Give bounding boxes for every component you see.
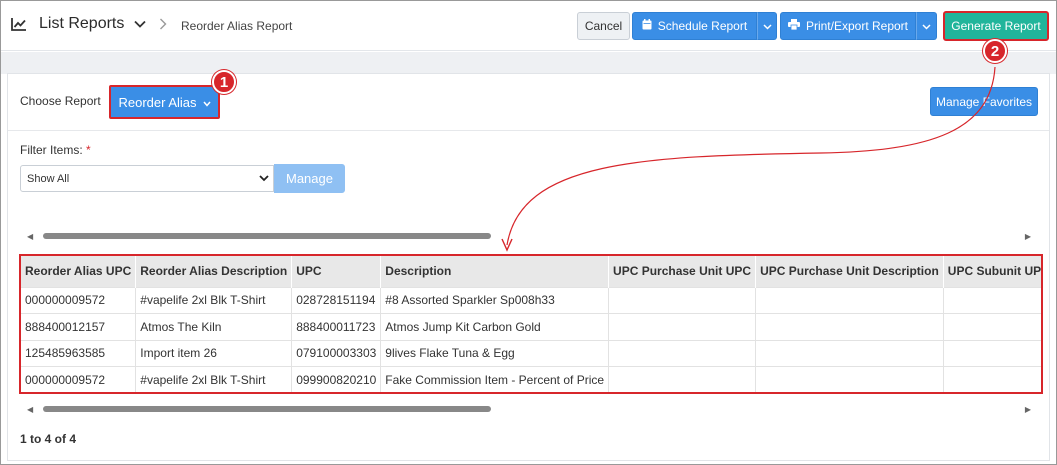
- table-cell: #8 Assorted Sparkler Sp008h33: [380, 286, 610, 314]
- table-cell: 9lives Flake Tuna & Egg: [380, 339, 610, 367]
- scroll-left-icon[interactable]: ◀: [27, 405, 33, 414]
- scroll-left-icon[interactable]: ◀: [27, 232, 33, 241]
- table-row[interactable]: 000000009572 #vapelife 2xl Blk T-Shirt 0…: [21, 286, 1041, 314]
- table-row[interactable]: 000000009572 #vapelife 2xl Blk T-Shirt 0…: [21, 366, 1041, 392]
- pagination-summary: 1 to 4 of 4: [20, 432, 77, 446]
- column-header[interactable]: UPC Purchase Unit Description: [755, 256, 944, 287]
- table-cell: [755, 366, 944, 392]
- calendar-icon: [642, 19, 652, 33]
- column-header[interactable]: Description: [380, 256, 610, 287]
- breadcrumb: Reorder Alias Report: [181, 19, 293, 33]
- printer-icon: [787, 19, 800, 33]
- page-title: List Reports: [39, 15, 125, 32]
- table-cell: Fake Commission Item - Percent of Price: [380, 366, 610, 392]
- table-cell: Atmos The Kiln: [135, 313, 293, 340]
- print-export-label: Print/Export Report: [805, 19, 909, 33]
- scroll-right-icon[interactable]: ▶: [1025, 232, 1031, 241]
- report-selector-button[interactable]: Reorder Alias: [109, 85, 220, 119]
- scrollbar-thumb[interactable]: [43, 233, 491, 239]
- scrollbar-thumb[interactable]: [43, 406, 491, 412]
- filter-items-value: Show All: [27, 172, 70, 185]
- chevron-down-icon: [922, 19, 931, 33]
- manage-favorites-button[interactable]: Manage Favorites: [930, 87, 1038, 116]
- schedule-report-label: Schedule Report: [657, 19, 748, 33]
- table-cell: [608, 286, 757, 314]
- chevron-down-icon: [762, 19, 772, 33]
- print-dropdown-button[interactable]: [916, 12, 937, 40]
- table-header-row: Reorder Alias UPC Reorder Alias Descript…: [21, 256, 1041, 287]
- line-chart-icon: [11, 17, 27, 31]
- table-cell: [608, 366, 757, 392]
- cancel-button[interactable]: Cancel: [577, 12, 630, 40]
- generate-report-button[interactable]: Generate Report: [943, 11, 1049, 41]
- chevron-down-icon: [202, 95, 211, 110]
- table-cell: [755, 339, 944, 367]
- table-cell: 028728151194: [291, 286, 382, 314]
- table-row[interactable]: 888400012157 Atmos The Kiln 888400011723…: [21, 313, 1041, 340]
- table-cell: [755, 286, 944, 314]
- table-cell: 888400011723: [291, 313, 382, 340]
- report-grid: Reorder Alias UPC Reorder Alias Descript…: [19, 254, 1043, 394]
- table-cell: [755, 313, 944, 340]
- column-header[interactable]: Reorder Alias UPC: [21, 256, 137, 287]
- table-cell: 888400012157: [21, 313, 137, 340]
- chevron-right-icon: [159, 18, 167, 33]
- column-header[interactable]: Reorder Alias Description: [135, 256, 293, 287]
- table-cell: #vapelife 2xl Blk T-Shirt: [135, 366, 293, 392]
- column-header[interactable]: UPC Subunit UPC: [943, 256, 1041, 287]
- step-callout-1: 1: [212, 70, 236, 94]
- table-cell: [608, 339, 757, 367]
- divider: [8, 130, 1049, 131]
- schedule-dropdown-button[interactable]: [757, 12, 777, 40]
- report-selector-value: Reorder Alias: [118, 94, 197, 110]
- step-callout-2: 2: [983, 39, 1007, 63]
- print-export-button[interactable]: Print/Export Report: [780, 12, 916, 40]
- table-cell: Import item 26: [135, 339, 293, 367]
- horizontal-scrollbar-top[interactable]: ◀ ▶: [23, 229, 1035, 243]
- chevron-down-icon[interactable]: [134, 20, 147, 28]
- table-cell: Atmos Jump Kit Carbon Gold: [380, 313, 610, 340]
- column-header[interactable]: UPC Purchase Unit UPC: [608, 256, 757, 287]
- filter-items-label: Filter Items: *: [20, 143, 91, 157]
- table-cell: #vapelife 2xl Blk T-Shirt: [135, 286, 293, 314]
- title-area[interactable]: List Reports: [11, 15, 147, 33]
- table-cell: [943, 339, 1041, 367]
- choose-report-label: Choose Report: [20, 94, 101, 108]
- table-cell: [943, 286, 1041, 314]
- table-cell: 125485963585: [21, 339, 137, 367]
- filter-items-select[interactable]: Show All: [20, 165, 274, 192]
- scroll-right-icon[interactable]: ▶: [1025, 405, 1031, 414]
- report-table: Reorder Alias UPC Reorder Alias Descript…: [21, 256, 1041, 392]
- column-header[interactable]: UPC: [291, 256, 382, 287]
- manage-filter-button[interactable]: Manage: [274, 164, 345, 193]
- table-cell: 000000009572: [21, 286, 137, 314]
- table-cell: [608, 313, 757, 340]
- table-cell: 099900820210: [291, 366, 382, 392]
- table-cell: 000000009572: [21, 366, 137, 392]
- horizontal-scrollbar-bottom[interactable]: ◀ ▶: [23, 402, 1035, 416]
- schedule-report-button[interactable]: Schedule Report: [632, 12, 757, 40]
- table-cell: 079100003303: [291, 339, 382, 367]
- required-marker: *: [86, 143, 91, 157]
- filter-items-text: Filter Items:: [20, 143, 83, 157]
- page-background: [1, 52, 1056, 74]
- table-cell: [943, 313, 1041, 340]
- table-cell: [943, 366, 1041, 392]
- chevron-down-icon: [259, 175, 269, 182]
- table-row[interactable]: 125485963585 Import item 26 079100003303…: [21, 339, 1041, 367]
